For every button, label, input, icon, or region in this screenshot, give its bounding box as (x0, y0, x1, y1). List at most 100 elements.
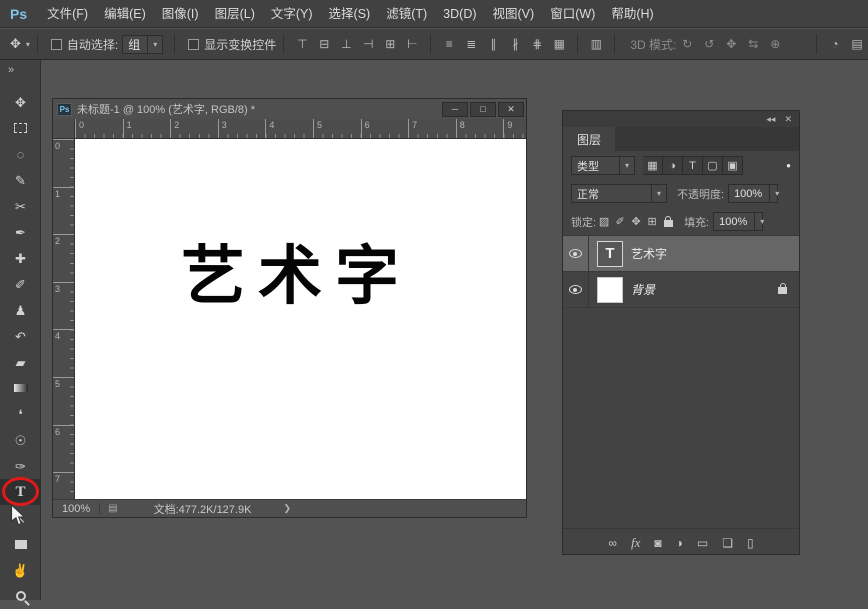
rectangle-tool[interactable] (0, 531, 41, 557)
add-layer-mask-icon[interactable]: ◙ (654, 537, 661, 549)
layer-styles-icon[interactable]: fx (631, 536, 640, 549)
minimize-button[interactable]: ─ (442, 102, 468, 117)
3d-pan-icon[interactable]: ✥ (720, 34, 742, 54)
lock-position-icon[interactable]: ✥ (628, 215, 644, 228)
filter-adjustment-layers-icon[interactable]: ◑ (663, 156, 683, 175)
layer-thumbnail-background[interactable] (597, 277, 623, 303)
status-chevron-icon[interactable]: ❯ (283, 503, 291, 514)
menu-item[interactable]: 视图(V) (485, 0, 543, 28)
tool-preset-caret-icon[interactable]: ▾ (26, 40, 30, 49)
link-layers-icon[interactable]: ∞ (608, 537, 617, 549)
align-horizontal-centers-icon[interactable]: ⊞ (379, 34, 401, 54)
distribute-right-edges-icon[interactable]: ▦ (548, 34, 570, 54)
new-adjustment-layer-icon[interactable]: ◑ (676, 537, 683, 549)
zoom-tool[interactable] (0, 583, 41, 609)
3d-orbit-camera-icon[interactable]: ◔ (824, 34, 846, 54)
lock-transparent-pixels-icon[interactable]: ▨ (596, 215, 612, 228)
lock-all-icon[interactable] (660, 216, 676, 227)
lock-artboard-icon[interactable]: ⊞ (644, 215, 660, 228)
menu-item[interactable]: 文字(Y) (263, 0, 321, 28)
workspace-switcher-icon[interactable]: ▤ (846, 34, 868, 54)
filter-shape-layers-icon[interactable]: ▢ (703, 156, 723, 175)
delete-layer-icon[interactable]: ▯ (747, 537, 754, 549)
menu-item[interactable]: 滤镜(T) (378, 0, 435, 28)
align-vertical-centers-icon[interactable]: ⊟ (313, 34, 335, 54)
menu-item[interactable]: 文件(F) (39, 0, 96, 28)
align-top-edges-icon[interactable]: ⊤ (291, 34, 313, 54)
canvas[interactable]: 艺术字 (75, 139, 526, 499)
3d-slide-icon[interactable]: ⇆ (742, 34, 764, 54)
menu-item[interactable]: 图层(L) (207, 0, 263, 28)
tool-icon (15, 540, 27, 549)
distribute-top-edges-icon[interactable]: ≡ (438, 34, 460, 54)
layer-thumbnail-type[interactable]: T (597, 241, 623, 267)
hand-tool[interactable]: ✌ (0, 557, 41, 583)
menu-item[interactable]: 选择(S) (321, 0, 379, 28)
history-brush-tool[interactable]: ↶ (0, 323, 41, 349)
menu-item[interactable]: 帮助(H) (603, 0, 661, 28)
new-group-icon[interactable]: ▭ (697, 537, 708, 549)
auto-select-label: 自动选择: (67, 36, 118, 53)
3d-rotate-icon[interactable]: ↻ (676, 34, 698, 54)
menu-item[interactable]: 图像(I) (154, 0, 207, 28)
show-transform-checkbox[interactable] (188, 39, 199, 50)
distribute-left-edges-icon[interactable]: ∦ (504, 34, 526, 54)
document-titlebar[interactable]: Ps 未标题-1 @ 100% (艺术字, RGB/8) * ─ □ ✕ (53, 99, 526, 119)
lasso-tool[interactable]: ◌ (0, 141, 41, 167)
crop-tool[interactable]: ✂ (0, 193, 41, 219)
menu-item[interactable]: 编辑(E) (96, 0, 154, 28)
filter-toggle-icon[interactable]: ● (786, 161, 791, 170)
auto-select-checkbox[interactable] (51, 39, 62, 50)
distribute-bottom-edges-icon[interactable]: ∥ (482, 34, 504, 54)
ruler-origin[interactable] (53, 119, 75, 139)
marquee-tool[interactable] (0, 115, 41, 141)
align-left-edges-icon[interactable]: ⊣ (357, 34, 379, 54)
fill-select[interactable]: 100% ▾ (713, 212, 763, 231)
visibility-toggle[interactable] (563, 272, 589, 307)
maximize-button[interactable]: □ (470, 102, 496, 117)
filter-type-layers-icon[interactable]: T (683, 156, 703, 175)
tool-icon: ◌ (17, 148, 25, 161)
vertical-ruler[interactable]: 0 1 2 3 4 5 6 7 (53, 139, 75, 499)
3d-scale-icon[interactable]: ⊕ (764, 34, 786, 54)
close-button[interactable]: ✕ (498, 102, 524, 117)
blend-mode-select[interactable]: 正常 ▾ (571, 184, 667, 203)
filter-type-select[interactable]: 类型 ▾ (571, 156, 635, 175)
auto-select-target-select[interactable]: 组 ▾ (122, 35, 163, 54)
opacity-select[interactable]: 100% ▾ (728, 184, 778, 203)
distribute-horizontal-centers-icon[interactable]: ⋕ (526, 34, 548, 54)
toolbar-collapse-button[interactable]: » (0, 60, 40, 80)
lock-image-pixels-icon[interactable]: ✐ (612, 215, 628, 228)
layer-row-background[interactable]: 背景 (563, 272, 799, 308)
type-tool[interactable]: T (0, 479, 41, 505)
close-panel-icon[interactable]: ✕ (784, 114, 792, 125)
visibility-toggle[interactable] (563, 236, 589, 271)
dodge-tool[interactable]: ☉ (0, 427, 41, 453)
distribute-vertical-centers-icon[interactable]: ≣ (460, 34, 482, 54)
auto-align-icon[interactable]: ▥ (585, 34, 607, 54)
menu-item[interactable]: 3D(D) (435, 0, 484, 28)
clone-stamp-tool[interactable]: ♟ (0, 297, 41, 323)
brush-tool[interactable]: ✐ (0, 271, 41, 297)
healing-brush-tool[interactable]: ✚ (0, 245, 41, 271)
align-bottom-edges-icon[interactable]: ⊥ (335, 34, 357, 54)
move-tool-icon[interactable]: ✥ (8, 36, 23, 52)
eraser-tool[interactable]: ▰ (0, 349, 41, 375)
zoom-level-field[interactable]: 100% (53, 503, 100, 515)
collapse-panel-icon[interactable]: ◂◂ (766, 114, 775, 125)
blur-tool[interactable]: ❛ (0, 401, 41, 427)
filter-pixel-layers-icon[interactable]: ▦ (643, 156, 663, 175)
3d-roll-icon[interactable]: ↺ (698, 34, 720, 54)
tab-layers[interactable]: 图层 (563, 127, 615, 151)
move-tool[interactable]: ✥ (0, 89, 41, 115)
new-layer-icon[interactable]: ❏ (722, 537, 733, 549)
eyedropper-tool[interactable]: ✒ (0, 219, 41, 245)
horizontal-ruler[interactable]: 0 1 2 3 4 5 6 7 8 9 (75, 119, 526, 139)
layer-row-artistic-text[interactable]: T 艺术字 (563, 236, 799, 272)
gradient-tool[interactable] (0, 375, 41, 401)
align-right-edges-icon[interactable]: ⊢ (401, 34, 423, 54)
menu-item[interactable]: 窗口(W) (542, 0, 603, 28)
pen-tool[interactable]: ✑ (0, 453, 41, 479)
quick-selection-tool[interactable]: ✎ (0, 167, 41, 193)
filter-smart-objects-icon[interactable]: ▣ (723, 156, 743, 175)
